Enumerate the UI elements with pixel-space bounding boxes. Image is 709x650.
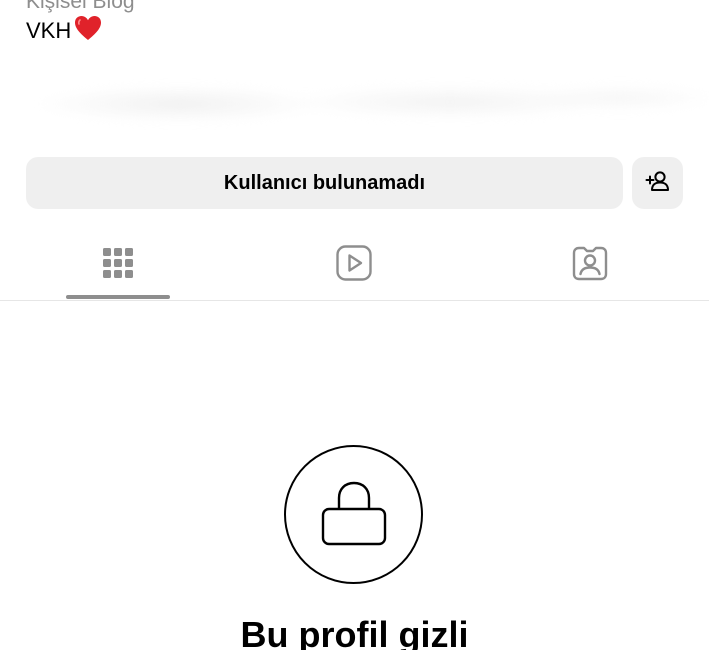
profile-tabs	[0, 228, 709, 301]
user-not-found-button[interactable]: Kullanıcı bulunamadı	[26, 157, 623, 209]
private-profile-badge	[284, 445, 423, 584]
profile-actions: Kullanıcı bulunamadı	[26, 157, 683, 209]
grid-icon	[98, 243, 138, 283]
bio-text: VKH	[26, 18, 72, 43]
add-user-icon	[645, 169, 671, 198]
tab-reels[interactable]	[236, 228, 472, 300]
tab-tagged[interactable]	[472, 228, 708, 300]
user-not-found-label: Kullanıcı bulunamadı	[223, 171, 426, 194]
profile-page: Kişisel Blog VKH Kullanıcı bulunamadı Bu…	[0, 0, 709, 650]
lock-icon	[319, 477, 389, 552]
active-tab-indicator	[66, 295, 170, 299]
private-profile-title: Bu profil gizli	[240, 614, 469, 650]
blurred-region	[0, 58, 709, 150]
tab-posts[interactable]	[0, 228, 236, 300]
red-heart-icon	[74, 15, 102, 47]
profile-category: Kişisel Blog	[26, 0, 135, 13]
add-user-button[interactable]	[632, 157, 683, 209]
profile-bio: VKH	[26, 15, 102, 47]
play-icon	[334, 243, 374, 283]
tagged-person-icon	[570, 243, 610, 283]
